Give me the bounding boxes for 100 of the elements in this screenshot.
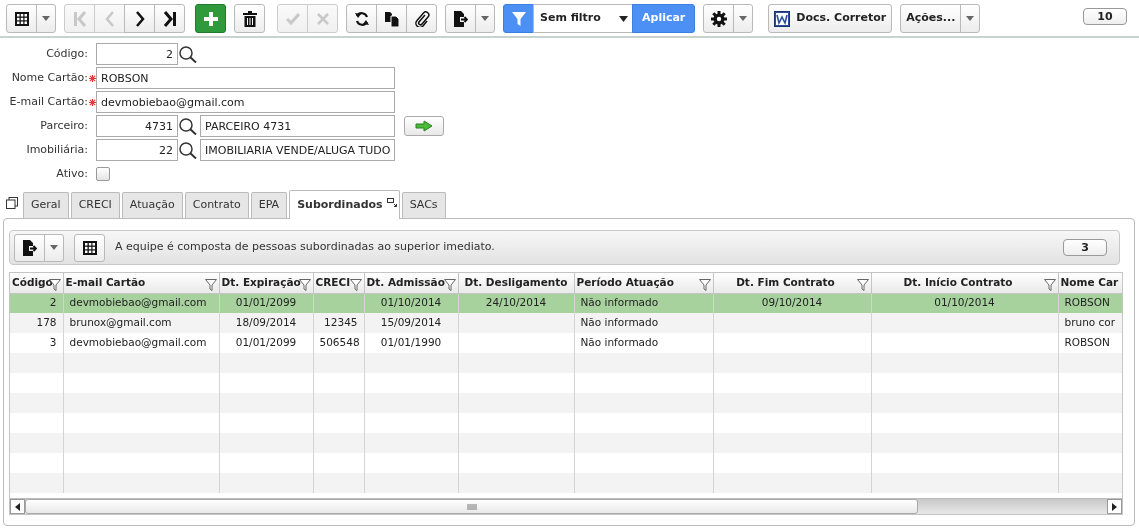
table-row[interactable]: 2 devmobiebao@gmail.com 01/01/2099 01/10/2014 24/10/2014 Não informado 09/10/2014 01/10/2014 ROBSON — [10, 293, 1122, 313]
table-cell: 01/01/2099 — [235, 336, 297, 349]
paperclip-icon — [413, 10, 430, 27]
scroll-left-button[interactable] — [10, 499, 25, 514]
windows-icon — [6, 196, 18, 209]
filter-label: Sem filtro — [540, 10, 601, 27]
filter-icon — [443, 279, 456, 291]
tab[interactable]: SACs — [401, 192, 446, 218]
duplicate-button[interactable] — [376, 4, 407, 33]
refresh-button[interactable] — [346, 4, 377, 33]
scroll-right-button[interactable] — [1107, 499, 1122, 514]
input-field[interactable]: devmobiebao@gmail.com — [96, 91, 395, 113]
tab[interactable]: CRECI — [70, 192, 120, 218]
caret-icon — [619, 15, 628, 22]
dropdown-button[interactable] — [36, 4, 56, 33]
next-record-button[interactable] — [124, 4, 155, 33]
field-label: Parceiro: — [39, 117, 88, 134]
column-header[interactable]: CRECI — [313, 273, 364, 293]
filter-button[interactable] — [503, 4, 534, 33]
column-header[interactable]: E-mail Cartão — [63, 273, 219, 293]
attachment-button[interactable] — [406, 4, 437, 33]
column-header[interactable]: Dt. Admissão — [364, 273, 458, 293]
table-cell: 24/10/2014 — [485, 296, 547, 309]
caret-icon — [42, 16, 50, 21]
search-icon — [178, 45, 198, 63]
table-cell: 18/09/2014 — [235, 316, 297, 329]
table-cell: brunox@gmail.com — [69, 316, 172, 329]
table-cell: Não informado — [580, 316, 659, 329]
input-field[interactable]: ROBSON — [96, 67, 395, 89]
column-header[interactable]: Dt. Fim Contrato — [713, 273, 871, 293]
next-icon — [134, 10, 145, 27]
table-cell: Não informado — [580, 296, 659, 309]
filter-icon — [511, 10, 526, 27]
settings-button[interactable] — [703, 4, 735, 33]
actions-button[interactable]: Ações... — [900, 4, 962, 33]
last-icon — [162, 10, 177, 27]
code-field[interactable]: 22 — [96, 139, 178, 161]
caret-icon — [481, 16, 489, 21]
grid-view-button[interactable] — [6, 4, 37, 33]
check-icon — [285, 12, 300, 25]
plus-icon — [202, 10, 219, 27]
column-header[interactable]: Dt. Início Contrato — [871, 273, 1058, 293]
left-arrow-icon — [15, 502, 20, 511]
panel-description: A equipe é composta de pessoas subordinadas ao superior imediato. — [115, 239, 495, 256]
grid-icon — [81, 239, 98, 256]
table-cell: 01/01/2099 — [235, 296, 297, 309]
table-cell: bruno cor — [1064, 316, 1116, 329]
field-label: Ativo: — [55, 165, 88, 182]
dropdown-button[interactable] — [475, 4, 495, 33]
dropdown-button[interactable] — [733, 4, 754, 33]
gear-icon — [710, 10, 727, 27]
code-field[interactable]: 4731 — [96, 115, 178, 137]
export-button[interactable] — [14, 233, 45, 262]
field-label: Imobiliária: — [25, 141, 88, 158]
filter-icon — [856, 279, 869, 291]
filter-icon — [1043, 279, 1056, 291]
tab[interactable]: Geral — [23, 192, 69, 218]
detach-icon — [386, 197, 397, 207]
description-field[interactable]: PARCEIRO 4731 — [200, 115, 395, 137]
column-header[interactable]: Nome Car — [1058, 273, 1122, 293]
tab[interactable]: EPA — [250, 192, 288, 218]
trash-icon — [242, 10, 257, 27]
column-header[interactable]: Dt. Desligamento — [458, 273, 574, 293]
table-row[interactable]: 178 brunox@gmail.com 18/09/2014 12345 15/09/2014 Não informado bruno cor — [10, 313, 1122, 333]
column-header[interactable]: Código — [10, 273, 63, 293]
filter-dropdown[interactable]: Sem filtro — [533, 4, 633, 33]
description-field[interactable]: IMOBILIARIA VENDE/ALUGA TUDO — [200, 139, 395, 161]
filter-icon — [349, 279, 362, 291]
table-cell: devmobiebao@gmail.com — [69, 296, 207, 309]
tab[interactable]: Contrato — [184, 192, 249, 218]
column-header[interactable]: Período Atuação — [574, 273, 713, 293]
documents-button[interactable]: Docs. Corretor — [768, 4, 893, 33]
checkbox[interactable] — [96, 167, 110, 181]
last-record-button[interactable] — [154, 4, 185, 33]
add-button[interactable] — [195, 4, 226, 33]
export-icon — [453, 10, 468, 27]
go-button[interactable] — [404, 116, 444, 136]
column-header[interactable]: Dt. Expiração — [219, 273, 313, 293]
table-cell: 178 — [36, 316, 57, 329]
scrollbar-thumb[interactable] — [25, 499, 918, 514]
caret-icon — [966, 16, 975, 21]
field-label: Nome Cartão: — [10, 69, 88, 86]
grid-view-button[interactable] — [74, 233, 105, 262]
document-icon — [774, 10, 791, 27]
dropdown-button[interactable] — [44, 233, 64, 262]
table-cell: 01/10/2014 — [380, 296, 442, 309]
table-cell: ROBSON — [1064, 296, 1110, 309]
export-button[interactable] — [445, 4, 476, 33]
tab[interactable]: Subordinados — [289, 190, 400, 219]
table-cell: Não informado — [580, 336, 659, 349]
table-cell: 15/09/2014 — [380, 316, 442, 329]
dropdown-button[interactable] — [960, 4, 981, 33]
close-icon — [316, 12, 329, 25]
delete-button[interactable] — [234, 4, 265, 33]
table-cell: ROBSON — [1064, 336, 1110, 349]
table-cell: devmobiebao@gmail.com — [69, 336, 207, 349]
grid-icon — [13, 10, 30, 27]
record-count: 10 — [1083, 8, 1127, 25]
tab[interactable]: Atuação — [121, 192, 183, 218]
code-field[interactable]: 2 — [96, 43, 178, 65]
